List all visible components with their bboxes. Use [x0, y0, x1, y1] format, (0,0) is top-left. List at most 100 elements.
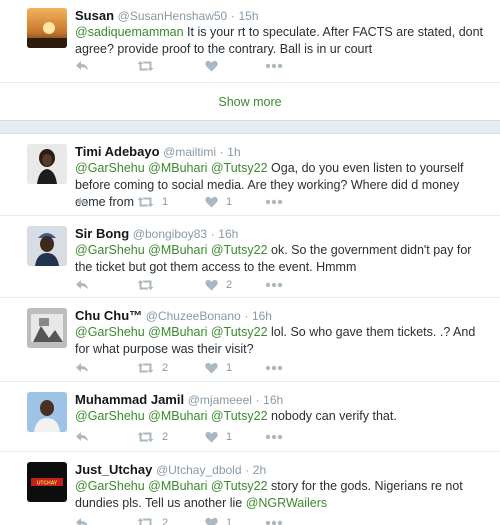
like-button[interactable]: 1 — [205, 517, 232, 525]
reply-button[interactable] — [75, 431, 97, 443]
more-button[interactable] — [265, 63, 283, 69]
timestamp[interactable]: 15h — [238, 9, 258, 23]
like-icon — [205, 60, 218, 72]
avatar[interactable] — [27, 392, 67, 432]
retweet-icon — [137, 196, 154, 208]
timestamp[interactable]: 16h — [252, 309, 272, 323]
fullname[interactable]: Susan — [75, 8, 114, 23]
fullname[interactable]: Sir Bong — [75, 226, 129, 241]
reply-button[interactable] — [75, 279, 97, 291]
tweet[interactable]: Timi Adebayo @mailtimi · 1h @GarShehu @M… — [0, 134, 500, 216]
more-dots-icon — [265, 282, 283, 288]
retweet-button[interactable]: 2 — [137, 431, 168, 443]
retweet-count: 2 — [162, 431, 169, 443]
retweet-button[interactable] — [137, 60, 162, 72]
like-button[interactable] — [205, 60, 226, 72]
timestamp[interactable]: 16h — [218, 227, 238, 241]
like-button[interactable]: 1 — [205, 196, 232, 208]
mention-link[interactable]: @sadiquemamman — [75, 25, 184, 39]
reply-icon — [75, 362, 89, 374]
mention-link[interactable]: @NGRWailers — [246, 496, 327, 510]
tweet-header: Just_Utchay @Utchay_dbold · 2h — [75, 461, 484, 478]
username[interactable]: @ChuzeeBonano — [146, 309, 241, 323]
separator-dot: · — [255, 393, 260, 407]
timeline: Susan @SusanHenshaw50 · 15h @sadiquemamm… — [0, 0, 500, 525]
fullname[interactable]: Chu Chu™ — [75, 308, 142, 323]
like-button[interactable]: 2 — [205, 279, 232, 291]
more-dots-icon — [265, 520, 283, 525]
reply-button[interactable] — [75, 517, 97, 525]
tweet-header: Sir Bong @bongiboy83 · 16h — [75, 225, 484, 242]
like-icon — [205, 279, 218, 291]
avatar[interactable] — [27, 308, 67, 348]
more-button[interactable] — [265, 434, 283, 440]
avatar[interactable] — [27, 226, 67, 266]
retweet-button[interactable]: 1 — [137, 196, 168, 208]
username[interactable]: @mjameeel — [188, 393, 252, 407]
username[interactable]: @mailtimi — [163, 145, 216, 159]
timestamp[interactable]: 2h — [253, 463, 266, 477]
fullname[interactable]: Muhammad Jamil — [75, 392, 184, 407]
like-button[interactable]: 1 — [205, 431, 232, 443]
more-dots-icon — [265, 63, 283, 69]
mention-link[interactable]: @GarShehu @MBuhari @Tutsy22 — [75, 161, 268, 175]
tweet-text-segment: nobody can verify that. — [267, 409, 397, 423]
separator-dot: · — [219, 145, 224, 159]
svg-text:UTCHAY: UTCHAY — [37, 481, 58, 487]
like-count: 1 — [226, 362, 233, 374]
tweet[interactable]: UTCHAY Just_Utchay @Utchay_dbold · 2h @G… — [0, 452, 500, 525]
username[interactable]: @bongiboy83 — [133, 227, 207, 241]
separator-dot: · — [244, 309, 249, 323]
username[interactable]: @Utchay_dbold — [156, 463, 242, 477]
retweet-icon — [137, 279, 154, 291]
separator-dot: · — [210, 227, 215, 241]
tweet-header: Chu Chu™ @ChuzeeBonano · 16h — [75, 307, 484, 324]
retweet-button[interactable]: 2 — [137, 362, 168, 374]
separator-dot: · — [245, 463, 250, 477]
tweet-text: @GarShehu @MBuhari @Tutsy22 nobody can v… — [75, 408, 484, 425]
tweet-header: Susan @SusanHenshaw50 · 15h — [75, 7, 484, 24]
retweet-count: 1 — [162, 196, 169, 208]
retweet-button[interactable]: 2 — [137, 517, 168, 525]
avatar[interactable]: UTCHAY — [27, 462, 67, 502]
reply-icon — [75, 279, 89, 291]
reply-button[interactable] — [75, 60, 97, 72]
avatar[interactable] — [27, 144, 67, 184]
mention-link[interactable]: @GarShehu @MBuhari @Tutsy22 — [75, 409, 268, 423]
retweet-count: 2 — [162, 362, 169, 374]
fullname[interactable]: Timi Adebayo — [75, 144, 160, 159]
reply-button[interactable] — [75, 196, 97, 208]
tweet[interactable]: Chu Chu™ @ChuzeeBonano · 16h @GarShehu @… — [0, 298, 500, 382]
more-button[interactable] — [265, 199, 283, 205]
mention-link[interactable]: @GarShehu @MBuhari @Tutsy22 — [75, 243, 268, 257]
avatar[interactable] — [27, 8, 67, 48]
retweet-button[interactable] — [137, 279, 162, 291]
retweet-icon — [137, 60, 154, 72]
reply-button[interactable] — [75, 362, 97, 374]
tweet[interactable]: Muhammad Jamil @mjameeel · 16h @GarShehu… — [0, 382, 500, 452]
reply-icon — [75, 196, 89, 208]
show-more-link[interactable]: Show more — [0, 82, 500, 120]
tweet[interactable]: Sir Bong @bongiboy83 · 16h @GarShehu @MB… — [0, 216, 500, 298]
mention-link[interactable]: @GarShehu @MBuhari @Tutsy22 — [75, 479, 268, 493]
tweet[interactable]: Susan @SusanHenshaw50 · 15h @sadiquemamm… — [0, 0, 500, 82]
retweet-count: 2 — [162, 517, 169, 525]
retweet-icon — [137, 517, 154, 525]
timestamp[interactable]: 16h — [263, 393, 283, 407]
reply-icon — [75, 431, 89, 443]
like-count: 1 — [226, 517, 233, 525]
username[interactable]: @SusanHenshaw50 — [118, 9, 228, 23]
mention-link[interactable]: @GarShehu @MBuhari @Tutsy22 — [75, 325, 268, 339]
more-dots-icon — [265, 199, 283, 205]
more-button[interactable] — [265, 520, 283, 525]
retweet-icon — [137, 431, 154, 443]
like-button[interactable]: 1 — [205, 362, 232, 374]
more-button[interactable] — [265, 282, 283, 288]
fullname[interactable]: Just_Utchay — [75, 462, 152, 477]
tweet-text: @GarShehu @MBuhari @Tutsy22 story for th… — [75, 478, 484, 512]
like-icon — [205, 517, 218, 525]
more-button[interactable] — [265, 365, 283, 371]
tweet-text: @GarShehu @MBuhari @Tutsy22 lol. So who … — [75, 324, 484, 358]
section-divider — [0, 120, 500, 134]
timestamp[interactable]: 1h — [227, 145, 240, 159]
